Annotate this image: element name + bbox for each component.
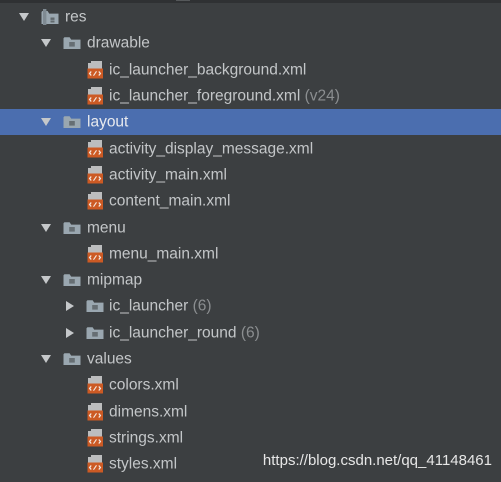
res-folder-icon: [41, 9, 59, 25]
tree-node-layout[interactable]: layout: [0, 109, 501, 136]
xml-file-icon: [86, 244, 104, 263]
tree-node-menu-main[interactable]: menu_main.xml: [0, 241, 501, 267]
xml-file-icon: [86, 192, 104, 211]
tree-node-ic-launcher[interactable]: ic_launcher (6): [0, 293, 501, 319]
folder-icon: [63, 221, 81, 235]
tree-node-mipmap[interactable]: mipmap: [0, 267, 501, 293]
top-divider: [0, 0, 501, 3]
tree-node-label: res: [65, 8, 87, 26]
folder-icon: [63, 352, 81, 366]
tree-node-res[interactable]: res: [0, 4, 501, 30]
tree-node-label: activity_main.xml: [109, 166, 227, 184]
xml-file-icon: [86, 376, 104, 395]
qualifier-text: (v24): [304, 87, 340, 105]
tree-node-label: activity_display_message.xml: [109, 139, 314, 157]
count-text: (6): [240, 323, 260, 341]
collapse-arrow-icon[interactable]: [66, 327, 74, 338]
tree-node-ic-launcher-foreground[interactable]: ic_launcher_foreground.xml (v24): [0, 83, 501, 109]
tree-node-values[interactable]: values: [0, 346, 501, 372]
tree-node-colors[interactable]: colors.xml: [0, 372, 501, 398]
watermark-text: https://blog.csdn.net/qq_41148461: [262, 452, 492, 469]
tree-node-label: ic_launcher_foreground.xml (v24): [109, 87, 340, 105]
tree-node-label: ic_launcher (6): [109, 297, 212, 315]
count-text: (6): [192, 297, 212, 315]
tree-node-menu[interactable]: menu: [0, 214, 501, 240]
tree-node-label: dimens.xml: [109, 402, 188, 420]
tree-node-label: menu_main.xml: [109, 245, 219, 263]
tree-node-label: ic_launcher_round (6): [109, 323, 260, 341]
xml-file-icon: [86, 402, 104, 421]
tree-node-label: strings.xml: [109, 429, 184, 447]
tree-node-activity-main[interactable]: activity_main.xml: [0, 162, 501, 188]
tree-node-drawable[interactable]: drawable: [0, 30, 501, 56]
tree-node-activity-display-message[interactable]: activity_display_message.xml: [0, 135, 501, 161]
tree-node-ic-launcher-round[interactable]: ic_launcher_round (6): [0, 320, 501, 346]
tree-node-label: mipmap: [87, 271, 143, 289]
xml-file-icon: [86, 165, 104, 184]
tree-node-label: drawable: [87, 34, 150, 52]
xml-file-icon: [86, 139, 104, 158]
project-tree[interactable]: res drawable ic_launcher_background.xml …: [0, 4, 501, 477]
tree-node-content-main[interactable]: content_main.xml: [0, 188, 501, 214]
expand-arrow-icon[interactable]: [41, 276, 51, 285]
tree-node-label: styles.xml: [109, 455, 178, 473]
tree-node-label: layout: [87, 113, 129, 131]
tree-node-label: values: [87, 350, 132, 368]
tree-node-label: menu: [87, 218, 126, 236]
tree-node-strings[interactable]: strings.xml: [0, 425, 501, 451]
tree-node-label: ic_launcher_background.xml: [109, 60, 307, 78]
folder-icon: [63, 115, 81, 129]
tree-node-ic-launcher-background[interactable]: ic_launcher_background.xml: [0, 57, 501, 83]
xml-file-icon: [86, 455, 104, 474]
expand-arrow-icon[interactable]: [41, 118, 51, 127]
expand-arrow-icon[interactable]: [41, 355, 51, 363]
expand-arrow-icon[interactable]: [41, 223, 51, 232]
tree-node-label: content_main.xml: [109, 192, 231, 210]
expand-arrow-icon[interactable]: [19, 13, 29, 22]
collapse-arrow-icon[interactable]: [66, 301, 74, 312]
expand-arrow-icon[interactable]: [41, 39, 51, 48]
xml-file-icon: [86, 60, 104, 79]
xml-file-icon: [86, 87, 104, 106]
tree-node-dimens[interactable]: dimens.xml: [0, 398, 501, 424]
folder-icon: [63, 36, 81, 50]
tree-node-label: colors.xml: [109, 376, 179, 394]
folder-icon: [86, 299, 104, 313]
folder-icon: [86, 326, 104, 340]
xml-file-icon: [86, 428, 104, 447]
folder-icon: [63, 273, 81, 287]
